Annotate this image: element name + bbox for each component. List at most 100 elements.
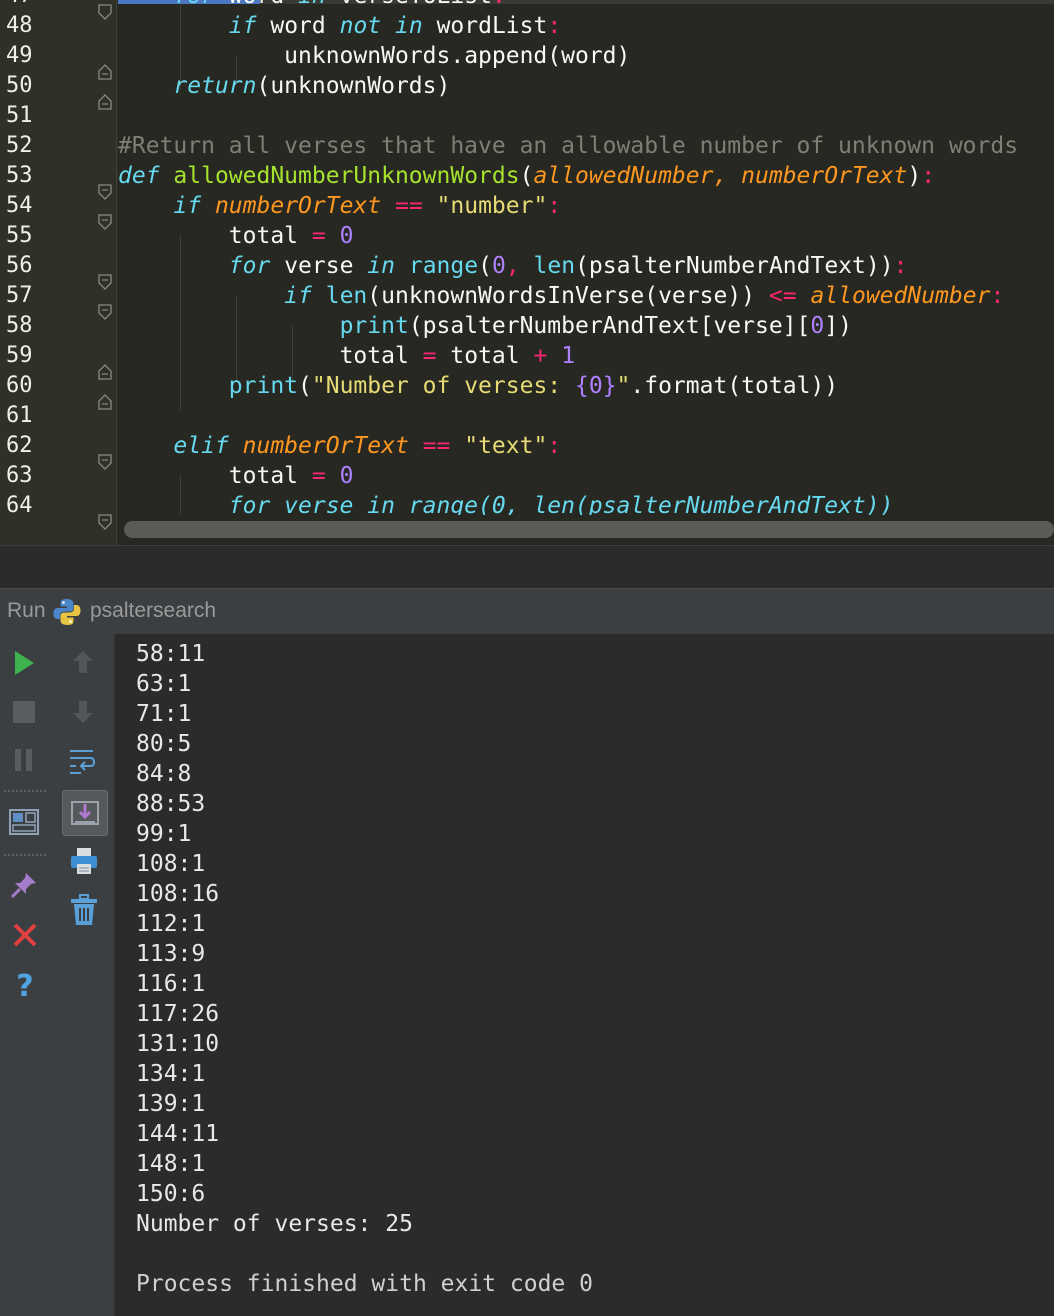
console-line: 63:1: [136, 671, 192, 697]
token-keyword: if: [173, 193, 202, 219]
code-line-51: [118, 101, 1054, 131]
token-number: 1: [561, 343, 576, 369]
line-number: 62: [6, 433, 33, 458]
console-line: 144:11: [136, 1121, 220, 1147]
stop-icon[interactable]: [12, 700, 36, 724]
token-punct: :: [492, 0, 506, 9]
fold-icon[interactable]: [98, 94, 112, 110]
token-method: .append: [450, 43, 548, 69]
token-keyword: if: [284, 283, 312, 309]
token-identifier: wordList: [436, 13, 548, 39]
token-punct: ]): [824, 313, 852, 339]
code-editor[interactable]: 47 48 49 50 51 52 53 54 55 56 57 58 59 6…: [0, 0, 1054, 545]
code-line-56: for verse in range(0, len(psalterNumberA…: [118, 251, 1054, 281]
code-lines[interactable]: for word in verseToList: if word not in …: [118, 0, 1054, 521]
layout-icon[interactable]: [9, 808, 39, 836]
svg-text:?: ?: [16, 970, 33, 1002]
line-number: 48: [6, 13, 33, 38]
fold-icon[interactable]: [98, 394, 112, 410]
token-args: (psalterNumberAndText)): [575, 253, 894, 279]
scroll-to-end-toggle[interactable]: [62, 790, 108, 836]
rerun-icon[interactable]: [12, 650, 36, 676]
token-identifier: total: [228, 223, 299, 249]
console-line: 80:5: [136, 731, 192, 757]
code-line-48: if word not in wordList:: [118, 11, 1054, 41]
token-comment: #Return all verses that have an allowabl…: [118, 133, 1019, 159]
token-punct: :: [921, 163, 936, 189]
token-identifier: word: [270, 13, 326, 39]
token-args: (unknownWordsInVerse(verse)): [367, 283, 756, 309]
run-toolbar-secondary: [50, 634, 115, 1316]
process-exit-message: Process finished with exit code 0: [136, 1271, 593, 1297]
console-line: 99:1: [136, 821, 192, 847]
scroll-down-icon[interactable]: [71, 700, 95, 724]
fold-icon[interactable]: [98, 454, 112, 470]
token-keyword: in: [395, 13, 423, 39]
run-console[interactable]: 58:11 63:1 71:1 80:5 84:8 88:53 99:1 108…: [115, 634, 1054, 1316]
gutter-separator: [116, 0, 117, 545]
line-number: 58: [6, 313, 33, 338]
token-number: 0: [810, 313, 825, 339]
line-number: 47: [6, 0, 33, 11]
token-identifier: unknownWords: [284, 43, 451, 69]
run-toolbar-primary: ?: [0, 634, 50, 1316]
clear-all-icon[interactable]: [70, 894, 98, 926]
line-number: 57: [6, 283, 33, 308]
console-line: 148:1: [136, 1151, 206, 1177]
code-line-59: total = total + 1: [118, 341, 1054, 371]
console-output: 58:11 63:1 71:1 80:5 84:8 88:53 99:1 108…: [136, 639, 413, 1239]
token-keyword: for: [228, 253, 271, 279]
token-identifier: total: [228, 463, 299, 489]
token-keyword: return: [173, 73, 257, 99]
code-line-47: for word in verseToList:: [118, 0, 1054, 11]
python-icon: [53, 599, 81, 625]
token-identifier: total: [450, 343, 520, 369]
close-icon[interactable]: [12, 922, 38, 948]
help-icon[interactable]: ?: [13, 970, 37, 1002]
run-tab-label[interactable]: Run: [7, 599, 46, 623]
console-line: 116:1: [136, 971, 206, 997]
fold-icon[interactable]: [98, 304, 112, 320]
fold-icon[interactable]: [98, 364, 112, 380]
token-punct: :: [547, 433, 562, 459]
code-line-57: if len(unknownWordsInVerse(verse)) <= al…: [118, 281, 1054, 311]
token-function-name: allowedNumberUnknownWords: [173, 163, 520, 189]
token-string: "text": [464, 433, 548, 459]
pause-icon[interactable]: [13, 748, 35, 772]
line-number: 53: [6, 163, 33, 188]
print-icon[interactable]: [69, 846, 99, 876]
fold-icon[interactable]: [98, 514, 112, 530]
scroll-to-end-icon: [71, 801, 99, 825]
token-operator: +: [533, 343, 548, 369]
panel-splitter[interactable]: [0, 545, 1054, 589]
fold-icon[interactable]: [98, 4, 112, 20]
token-parameter: numberOrText: [214, 193, 382, 219]
fold-icon[interactable]: [98, 64, 112, 80]
token-punct: :: [893, 253, 908, 279]
soft-wrap-icon[interactable]: [67, 744, 99, 776]
token-string: "Number of verses:: [311, 373, 575, 399]
code-line-52: #Return all verses that have an allowabl…: [118, 131, 1054, 161]
token-punct: :: [990, 283, 1005, 309]
horizontal-scrollbar-thumb[interactable]: [124, 521, 1054, 538]
console-line: 139:1: [136, 1091, 206, 1117]
pin-icon[interactable]: [9, 870, 39, 900]
token-identifier: verseToList: [340, 0, 492, 9]
token-keyword: in: [298, 0, 326, 9]
token-number: 0: [339, 463, 354, 489]
token-operator: =: [311, 223, 326, 249]
token-keyword: in: [367, 253, 395, 279]
scroll-up-icon[interactable]: [71, 650, 95, 674]
console-line: 131:10: [136, 1031, 220, 1057]
token-builtin: len: [325, 283, 368, 309]
line-number: 56: [6, 253, 33, 278]
fold-icon[interactable]: [98, 184, 112, 200]
fold-icon[interactable]: [98, 274, 112, 290]
console-line: 112:1: [136, 911, 206, 937]
token-punct: :: [547, 13, 562, 39]
token-format-placeholder: {0}: [575, 373, 617, 399]
fold-icon[interactable]: [98, 214, 112, 230]
token-operator: ==: [394, 193, 423, 219]
console-line: 117:26: [136, 1001, 220, 1027]
token-keyword: not: [339, 13, 382, 39]
